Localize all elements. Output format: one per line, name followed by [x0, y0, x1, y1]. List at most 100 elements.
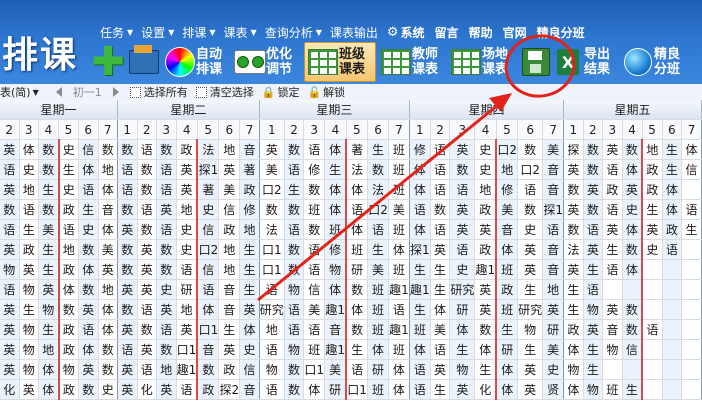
timetable-cell[interactable]: 语 [430, 339, 451, 360]
timetable-cell[interactable]: 史 [642, 239, 663, 260]
timetable-cell[interactable]: 数 [98, 339, 118, 360]
timetable-cell[interactable]: 语 [388, 299, 410, 320]
timetable-cell[interactable]: 口2 [197, 239, 220, 260]
timetable-cell[interactable]: 英 [117, 379, 138, 400]
timetable-cell[interactable]: 班 [496, 299, 519, 320]
timetable-cell[interactable]: 体 [58, 279, 79, 300]
timetable-cell[interactable]: 英 [563, 259, 584, 280]
timetable-cell[interactable]: 物 [19, 359, 39, 380]
timetable-cell[interactable]: 著 [346, 139, 369, 160]
timetable-cell[interactable]: 体 [622, 159, 644, 180]
timetable-cell[interactable]: 史 [58, 179, 79, 200]
unlock-button[interactable]: 🔓 解锁 [307, 84, 345, 100]
timetable-cell[interactable]: 英 [563, 199, 584, 220]
timetable-cell[interactable]: 生 [346, 339, 369, 360]
timetable-cell[interactable] [622, 359, 644, 380]
timetable-cell[interactable]: 语 [430, 139, 451, 160]
timetable-cell[interactable]: 地 [58, 239, 79, 260]
timetable-cell[interactable]: 语 [430, 179, 451, 200]
timetable-cell[interactable]: 生 [38, 179, 60, 200]
timetable-cell[interactable]: 班 [388, 139, 410, 160]
timetable-cell[interactable] [681, 359, 702, 380]
timetable-cell[interactable]: 地 [218, 239, 241, 260]
timetable-cell[interactable]: 语 [346, 359, 369, 380]
timetable-cell[interactable]: 体 [563, 379, 584, 400]
timetable-cell[interactable]: 体 [662, 199, 683, 220]
timetable-cell[interactable]: 语 [176, 259, 199, 280]
timetable-cell[interactable]: 音 [239, 139, 260, 160]
timetable-cell[interactable]: 物 [19, 279, 39, 300]
timetable-cell[interactable]: 生 [583, 259, 604, 280]
timetable-cell[interactable]: 美 [98, 239, 118, 260]
timetable-cell[interactable] [642, 299, 663, 320]
timetable-cell[interactable]: 趣1 [388, 279, 410, 300]
timetable-cell[interactable]: 语 [259, 339, 285, 360]
timetable-cell[interactable]: 政 [58, 319, 79, 340]
timetable-cell[interactable] [662, 339, 683, 360]
timetable-cell[interactable]: 语 [156, 179, 177, 200]
timetable-cell[interactable]: 英 [449, 199, 476, 220]
timetable-cell[interactable]: 数 [303, 219, 326, 240]
timetable-cell[interactable]: 数 [517, 139, 544, 160]
timetable-cell[interactable]: 政 [474, 239, 498, 260]
menu-item-system[interactable]: ⚙ 系统 [382, 24, 430, 41]
timetable-cell[interactable]: 探 [563, 139, 584, 160]
timetable-cell[interactable]: 数 [474, 319, 498, 340]
timetable-cell[interactable]: 语 [137, 199, 157, 220]
fenban-button[interactable]: 精良分班 [622, 43, 688, 81]
timetable-cell[interactable]: 数 [259, 199, 285, 220]
timetable-cell[interactable]: 地 [218, 259, 241, 280]
timetable-cell[interactable]: 班 [388, 339, 410, 360]
timetable-cell[interactable]: 史 [156, 279, 177, 300]
timetable-cell[interactable]: 英 [137, 259, 157, 280]
timetable-cell[interactable]: 政 [218, 219, 241, 240]
timetable-cell[interactable]: 班 [367, 319, 389, 340]
timetable-cell[interactable]: 音 [197, 339, 220, 360]
timetable-cell[interactable]: 政 [239, 179, 260, 200]
timetable-cell[interactable]: 生 [324, 159, 348, 180]
timetable-cell[interactable]: 史 [517, 219, 544, 240]
timetable-cell[interactable] [681, 259, 702, 280]
timetable-cell[interactable]: 英 [117, 219, 138, 240]
timetable-cell[interactable]: 研 [346, 259, 369, 280]
timetable-cell[interactable]: 美 [388, 199, 410, 220]
timetable-cell[interactable]: 生 [58, 159, 79, 180]
timetable-cell[interactable]: 语 [583, 219, 604, 240]
timetable-cell[interactable]: 语 [0, 219, 20, 240]
timetable-cell[interactable]: 数 [563, 179, 584, 200]
menu-item-website[interactable]: 官网 [498, 24, 532, 41]
timetable-cell[interactable]: 音 [218, 299, 241, 320]
timetable-cell[interactable]: 研 [542, 319, 565, 340]
timetable-cell[interactable]: 语 [156, 159, 177, 180]
timetable-cell[interactable]: 音 [542, 179, 565, 200]
timetable-cell[interactable]: 英 [583, 319, 604, 340]
timetable-cell[interactable]: 英 [0, 179, 20, 200]
timetable-cell[interactable]: 语 [284, 159, 305, 180]
timetable-cell[interactable]: 体 [324, 139, 348, 160]
timetable-cell[interactable]: 史 [98, 379, 118, 400]
timetable-cell[interactable]: 体 [367, 339, 389, 360]
timetable-cell[interactable]: 体 [78, 259, 99, 280]
timetable-cell[interactable]: 数 [78, 279, 99, 300]
timetable-cell[interactable]: 语 [259, 379, 285, 400]
timetable-cell[interactable]: 语 [303, 239, 326, 260]
timetable-cell[interactable]: 修 [324, 239, 348, 260]
timetable-cell[interactable]: 物 [0, 259, 20, 280]
timetable-cell[interactable]: 美 [259, 159, 285, 180]
timetable-cell[interactable]: 体 [78, 159, 99, 180]
timetable-cell[interactable]: 研究 [259, 299, 285, 320]
timetable-cell[interactable]: 数 [284, 139, 305, 160]
timetable-cell[interactable]: 物 [324, 259, 348, 280]
timetable-cell[interactable]: 英 [218, 339, 241, 360]
menu-item-message[interactable]: 留言 [430, 24, 464, 41]
timetable-cell[interactable]: 音 [218, 279, 241, 300]
timetable-cell[interactable]: 班 [388, 219, 410, 240]
timetable-cell[interactable]: 数 [622, 139, 644, 160]
timetable-cell[interactable]: 语 [137, 359, 157, 380]
timetable-cell[interactable]: 体 [98, 179, 118, 200]
timetable-cell[interactable]: 班 [602, 379, 623, 400]
timetable-cell[interactable]: 体 [346, 219, 369, 240]
timetable-cell[interactable]: 生 [583, 359, 604, 380]
timetable-cell[interactable]: 音 [98, 199, 118, 220]
timetable-cell[interactable]: 生 [430, 379, 451, 400]
